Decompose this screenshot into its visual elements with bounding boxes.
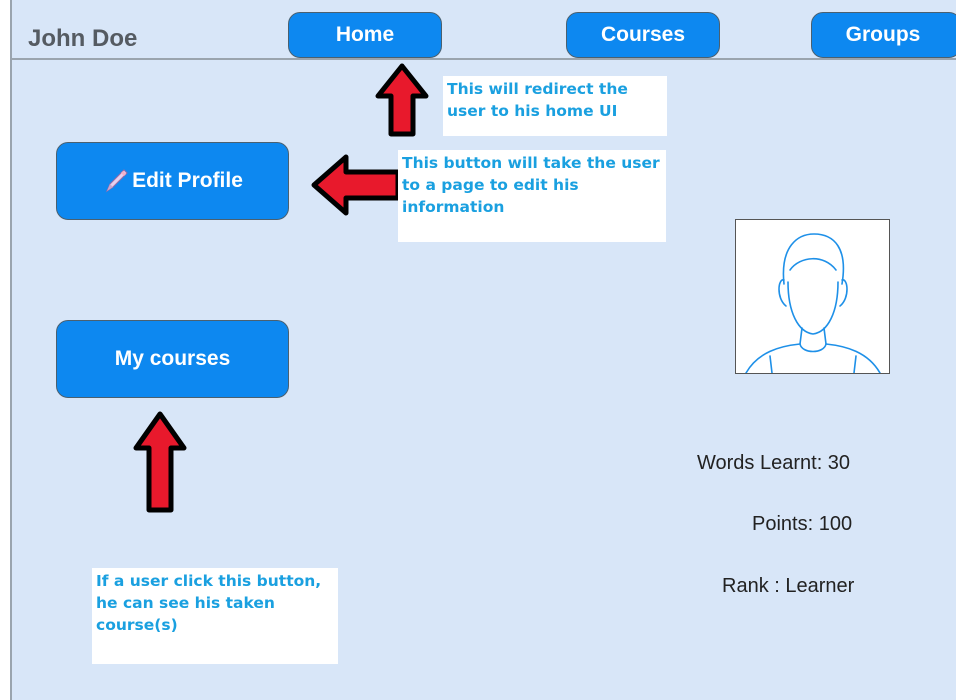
my-courses-button[interactable]: My courses <box>56 320 289 398</box>
red-arrow-icon <box>375 63 429 137</box>
words-learnt-stat: Words Learnt: 30 <box>697 452 851 474</box>
my-courses-label: My courses <box>114 347 231 370</box>
points-stat: Points: 100 <box>752 513 853 535</box>
edit-profile-annotation: This button will take the user to a page… <box>398 150 666 242</box>
avatar <box>735 219 890 374</box>
pencil-icon <box>102 167 130 195</box>
groups-nav-button[interactable]: Groups <box>811 12 956 58</box>
user-name: John Doe <box>28 25 138 52</box>
user-avatar-icon <box>745 233 881 374</box>
edit-profile-button[interactable]: Edit Profile <box>56 142 289 220</box>
edit-profile-label: Edit Profile <box>132 169 243 192</box>
header-divider <box>12 58 956 60</box>
courses-nav-button[interactable]: Courses <box>566 12 720 58</box>
red-arrow-icon <box>311 154 401 216</box>
my-courses-annotation: If a user click this button, he can see … <box>92 568 338 664</box>
red-arrow-icon <box>133 411 187 513</box>
home-annotation: This will redirect the user to his home … <box>443 76 667 136</box>
home-nav-button[interactable]: Home <box>288 12 442 58</box>
rank-stat: Rank : Learner <box>722 575 855 597</box>
